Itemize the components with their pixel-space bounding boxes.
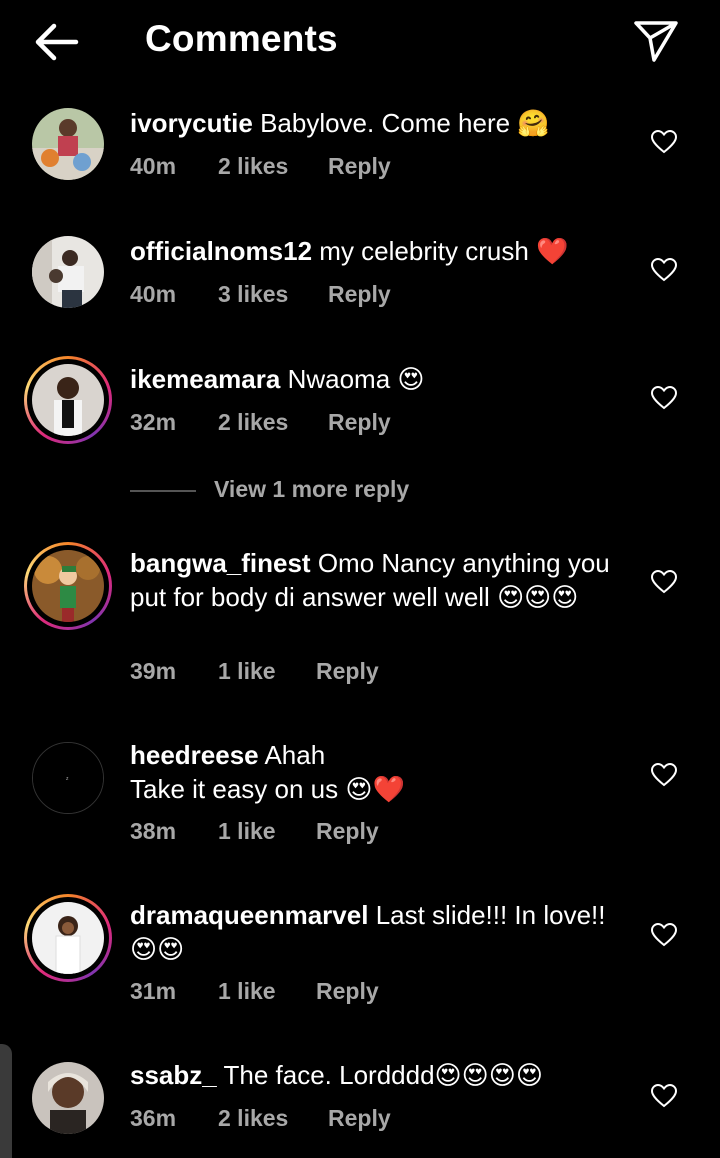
avatar[interactable]	[24, 894, 112, 982]
comment-likes[interactable]: 2 likes	[218, 153, 328, 180]
reply-button[interactable]: Reply	[328, 153, 391, 180]
paper-plane-icon	[634, 21, 678, 62]
comment-username[interactable]: ikemeamara	[130, 364, 280, 394]
view-more-label: View 1 more reply	[214, 476, 410, 502]
arrow-left-icon	[35, 23, 79, 61]
comment-time: 32m	[130, 409, 177, 435]
comment-text-line2: Take it easy on us	[130, 774, 339, 804]
comment-text: Babylove. Come here	[260, 108, 511, 138]
scroll-handle[interactable]	[0, 1044, 12, 1158]
reply-button[interactable]: Reply	[316, 978, 379, 1005]
comment-text: Nwaoma	[287, 364, 391, 394]
reply-button[interactable]: Reply	[328, 409, 391, 436]
comment-likes[interactable]: 3 likes	[218, 281, 328, 308]
comment-username[interactable]: heedreese	[130, 740, 259, 770]
comment-emoji: 😍😍😍	[497, 583, 579, 613]
comment-text: Ahah	[264, 740, 326, 770]
comment-username[interactable]: bangwa_finest	[130, 548, 311, 578]
comment-username[interactable]: ivorycutie	[130, 108, 253, 138]
comment-username[interactable]: dramaqueenmarvel	[130, 900, 368, 930]
reply-button[interactable]: Reply	[328, 1105, 391, 1132]
reply-button[interactable]: Reply	[328, 281, 391, 308]
comment-time: 36m	[130, 1105, 177, 1131]
avatar[interactable]	[24, 356, 112, 444]
comment-time: 39m	[130, 658, 177, 684]
heart-icon[interactable]	[651, 1084, 677, 1108]
comment-username[interactable]: ssabz_	[130, 1060, 217, 1090]
heart-icon[interactable]	[651, 923, 677, 947]
avatar[interactable]	[24, 1062, 112, 1150]
avatar[interactable]	[24, 542, 112, 630]
comment-likes[interactable]: 1 like	[218, 818, 316, 845]
reply-button[interactable]: Reply	[316, 818, 379, 845]
avatar[interactable]	[24, 236, 112, 324]
heart-icon[interactable]	[651, 130, 677, 154]
comment-text: Last slide!!! In love!!	[375, 900, 606, 930]
comment-time: 40m	[130, 153, 177, 179]
avatar[interactable]: z	[24, 742, 112, 830]
comment-likes[interactable]: 2 likes	[218, 1105, 328, 1132]
comment-text: my celebrity crush	[319, 236, 529, 266]
avatar[interactable]	[24, 108, 112, 196]
comment-time: 40m	[130, 281, 177, 307]
comment-emoji: 😍	[397, 365, 425, 395]
comment-username[interactable]: officialnoms12	[130, 236, 312, 266]
comment-likes[interactable]: 1 like	[218, 978, 316, 1005]
comment-emoji: 😍😍😍😍	[434, 1061, 543, 1091]
heart-icon[interactable]	[651, 763, 677, 787]
share-button[interactable]	[630, 18, 682, 64]
heart-icon[interactable]	[651, 570, 677, 594]
reply-button[interactable]: Reply	[316, 658, 379, 685]
view-more-replies[interactable]: View 1 more reply	[130, 476, 409, 506]
divider	[130, 489, 196, 492]
back-button[interactable]	[30, 20, 82, 64]
comment-likes[interactable]: 2 likes	[218, 409, 328, 436]
header: Comments	[0, 0, 720, 82]
comment-text: The face. Lordddd	[223, 1060, 435, 1090]
comment-emoji: 🤗	[517, 109, 550, 139]
comment-emoji: 😍😍	[130, 935, 185, 965]
page-title: Comments	[145, 18, 338, 59]
comment-time: 38m	[130, 818, 177, 844]
heart-icon[interactable]	[651, 258, 677, 282]
comment-emoji: ❤️	[536, 237, 569, 267]
comment-likes[interactable]: 1 like	[218, 658, 316, 685]
comment-time: 31m	[130, 978, 177, 1004]
comment-emoji: 😍❤️	[345, 775, 405, 805]
heart-icon[interactable]	[651, 386, 677, 410]
